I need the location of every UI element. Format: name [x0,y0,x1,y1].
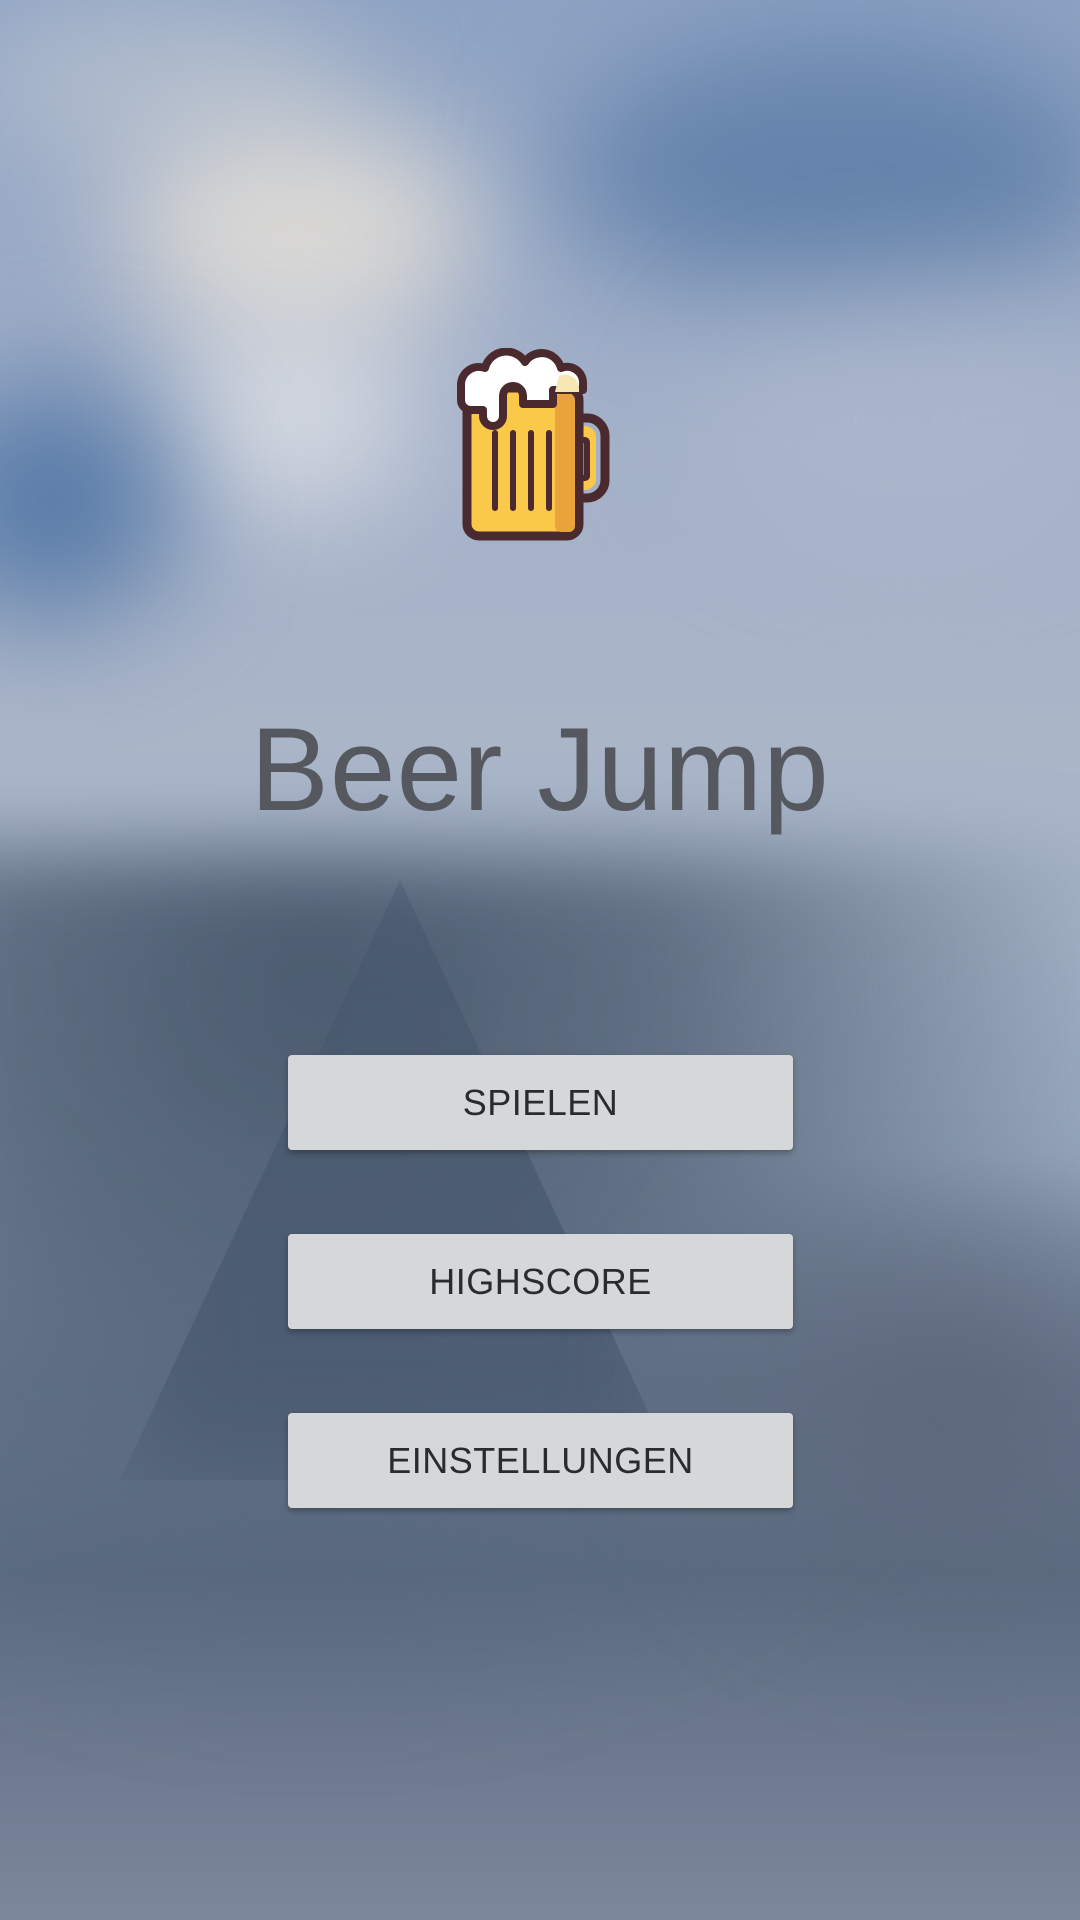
app-title: Beer Jump [250,704,830,836]
highscore-button-label: HIGHSCORE [429,1260,652,1302]
settings-button-label: EINSTELLUNGEN [387,1439,694,1481]
beer-mug-icon [455,347,625,543]
play-button-label: SPIELEN [462,1081,619,1123]
settings-button[interactable]: EINSTELLUNGEN [288,1413,793,1508]
blurred-mountain-background [0,0,1080,1920]
highscore-button[interactable]: HIGHSCORE [288,1234,793,1329]
play-button[interactable]: SPIELEN [288,1055,793,1150]
